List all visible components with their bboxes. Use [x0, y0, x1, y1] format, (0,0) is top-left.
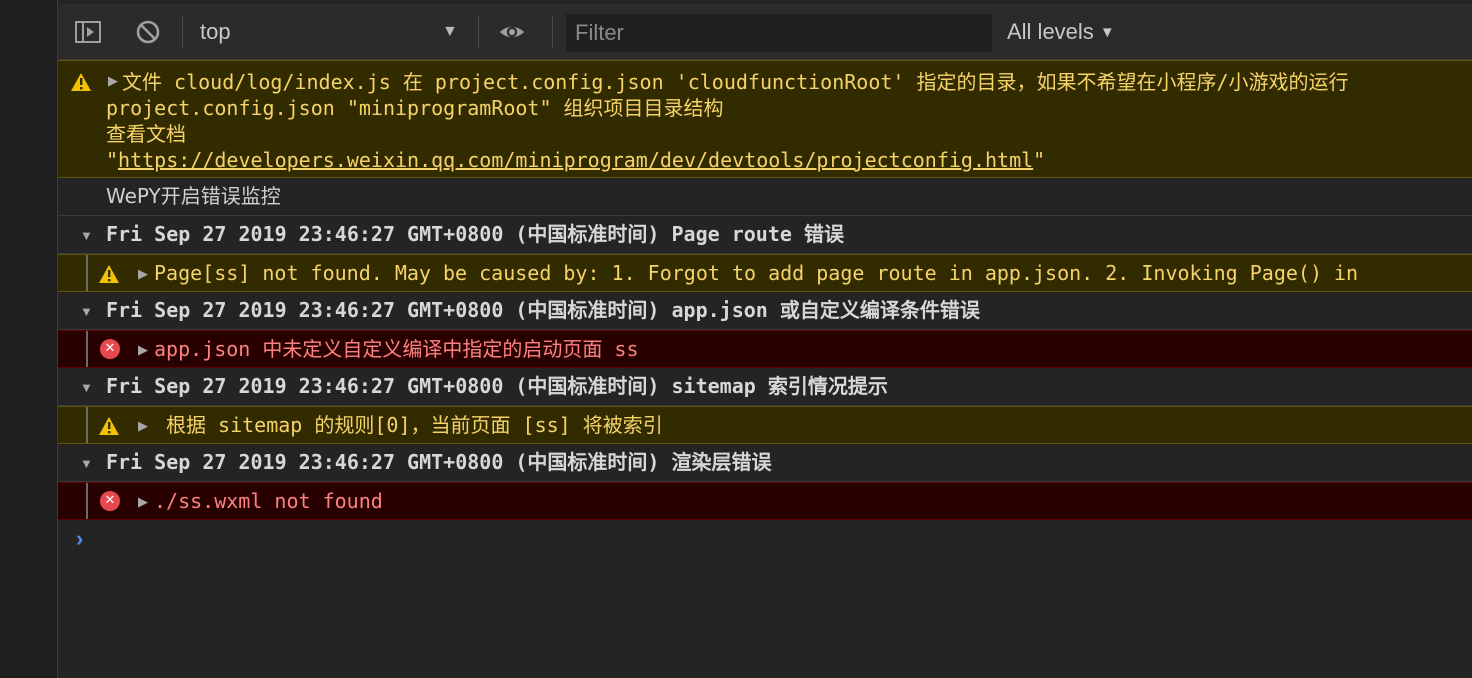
expand-triangle-icon[interactable]: ▶	[138, 494, 148, 510]
expand-triangle-icon[interactable]: ▶	[138, 342, 148, 358]
group-title: Fri Sep 27 2019 23:46:27 GMT+0800 (中国标准时…	[106, 298, 980, 322]
quote-close: "	[1033, 148, 1046, 172]
expand-triangle-icon[interactable]: ▶	[138, 418, 148, 434]
error-icon: ✕	[100, 339, 120, 359]
console-group-header[interactable]: ▼ Fri Sep 27 2019 23:46:27 GMT+0800 (中国标…	[58, 292, 1472, 330]
warning-icon	[99, 417, 119, 435]
message-text: Page[ss] not found. May be caused by: 1.…	[154, 261, 1359, 285]
context-selector[interactable]: top	[200, 18, 462, 46]
context-selector-label: top	[200, 19, 231, 44]
message-text: project.config.json "miniprogramRoot" 组织…	[106, 96, 724, 120]
console-message-log[interactable]: WePY开启错误监控	[58, 178, 1472, 216]
group-indent-bar	[86, 255, 88, 291]
console-toolbar: top ▼ All levels ▼	[58, 4, 1472, 60]
collapse-triangle-icon[interactable]: ▼	[80, 380, 93, 395]
clear-console-icon[interactable]	[134, 18, 162, 46]
context-dropdown-arrow-icon[interactable]: ▼	[442, 18, 458, 46]
group-title: Fri Sep 27 2019 23:46:27 GMT+0800 (中国标准时…	[106, 222, 844, 246]
toolbar-separator	[552, 16, 553, 48]
collapse-triangle-icon[interactable]: ▼	[80, 304, 93, 319]
toolbar-separator	[182, 16, 183, 48]
console-prompt-chevron-icon[interactable]: ›	[76, 526, 83, 552]
chevron-down-icon: ▼	[1099, 24, 1115, 41]
filter-field[interactable]	[566, 14, 992, 52]
group-indent-bar	[86, 331, 88, 367]
message-text: 查看文档	[106, 122, 186, 146]
console-message-warning[interactable]: ▶ Page[ss] not found. May be caused by: …	[58, 254, 1472, 292]
console-group-header[interactable]: ▼ Fri Sep 27 2019 23:46:27 GMT+0800 (中国标…	[58, 444, 1472, 482]
left-panel-gutter	[0, 0, 58, 678]
console-message-warning[interactable]: ▶ 根据 sitemap 的规则[0]，当前页面 [ss] 将被索引	[58, 406, 1472, 444]
console-group-header[interactable]: ▼ Fri Sep 27 2019 23:46:27 GMT+0800 (中国标…	[58, 368, 1472, 406]
console-panel: top ▼ All levels ▼ ▶ 文件 cloud/log/index.j…	[58, 0, 1472, 678]
console-message-error[interactable]: ✕ ▶ ./ss.wxml not found	[58, 482, 1472, 520]
quote-open: "	[106, 148, 119, 172]
warning-icon	[99, 265, 119, 283]
warning-icon	[71, 73, 91, 91]
expand-triangle-icon[interactable]: ▶	[108, 73, 118, 89]
message-text: WePY开启错误监控	[106, 184, 281, 208]
console-group-header[interactable]: ▼ Fri Sep 27 2019 23:46:27 GMT+0800 (中国标…	[58, 216, 1472, 254]
collapse-triangle-icon[interactable]: ▼	[80, 456, 93, 471]
group-indent-bar	[86, 483, 88, 519]
log-levels-label: All levels	[1007, 19, 1094, 44]
collapse-triangle-icon[interactable]: ▼	[80, 228, 93, 243]
toolbar-separator	[478, 16, 479, 48]
group-indent-bar	[86, 407, 88, 443]
group-title: Fri Sep 27 2019 23:46:27 GMT+0800 (中国标准时…	[106, 450, 772, 474]
message-text: app.json 中未定义自定义编译中指定的启动页面 ss	[154, 337, 639, 361]
message-text: 文件 cloud/log/index.js 在 project.config.j…	[122, 70, 1349, 94]
filter-input[interactable]	[567, 15, 991, 51]
message-link-line: "https://developers.weixin.qq.com/minipr…	[106, 147, 1045, 173]
error-icon: ✕	[100, 491, 120, 511]
log-levels-dropdown[interactable]: All levels ▼	[1007, 18, 1115, 47]
console-message-warning[interactable]: ▶ 文件 cloud/log/index.js 在 project.config…	[58, 60, 1472, 178]
console-message-error[interactable]: ✕ ▶ app.json 中未定义自定义编译中指定的启动页面 ss	[58, 330, 1472, 368]
message-text: 根据 sitemap 的规则[0]，当前页面 [ss] 将被索引	[166, 413, 663, 437]
live-expression-eye-icon[interactable]	[498, 18, 526, 46]
docs-link[interactable]: https://developers.weixin.qq.com/minipro…	[118, 148, 1033, 172]
group-title: Fri Sep 27 2019 23:46:27 GMT+0800 (中国标准时…	[106, 374, 888, 398]
sidebar-toggle-icon[interactable]	[74, 18, 102, 46]
expand-triangle-icon[interactable]: ▶	[138, 266, 148, 282]
message-text: ./ss.wxml not found	[154, 489, 383, 513]
